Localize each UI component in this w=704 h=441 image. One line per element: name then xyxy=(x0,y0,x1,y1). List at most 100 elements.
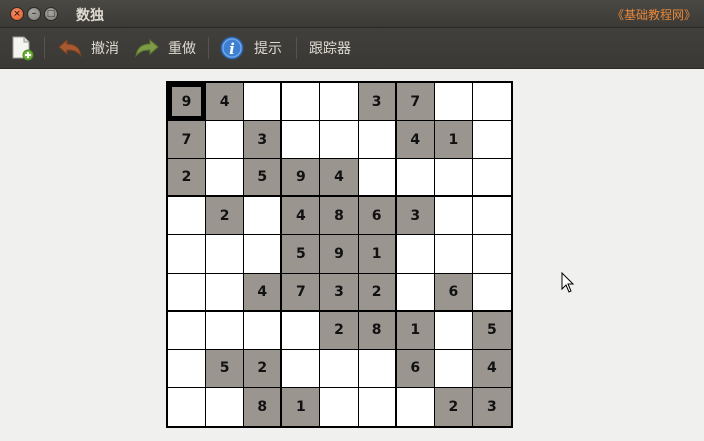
sudoku-cell[interactable]: 6 xyxy=(434,273,473,312)
sudoku-cell[interactable]: 3 xyxy=(472,387,511,426)
sudoku-cell[interactable]: 3 xyxy=(244,121,283,160)
sudoku-cell[interactable] xyxy=(434,83,473,122)
sudoku-cell[interactable]: 8 xyxy=(244,387,283,426)
sudoku-cell[interactable] xyxy=(472,273,511,312)
sudoku-cell[interactable] xyxy=(320,387,359,426)
sudoku-cell[interactable]: 4 xyxy=(206,83,245,122)
hint-button[interactable]: i 提示 xyxy=(220,28,282,68)
new-game-icon xyxy=(12,36,34,61)
sudoku-cell[interactable]: 1 xyxy=(282,387,321,426)
sudoku-cell[interactable]: 3 xyxy=(396,197,435,236)
sudoku-cell[interactable] xyxy=(282,83,321,122)
redo-button[interactable]: 重做 xyxy=(134,28,196,68)
sudoku-cell[interactable]: 7 xyxy=(168,121,207,160)
sudoku-cell[interactable]: 3 xyxy=(320,273,359,312)
tracker-button[interactable]: 跟踪器 xyxy=(309,28,351,68)
redo-icon xyxy=(135,38,159,58)
toolbar: 撤消 重做 i 提示 跟踪器 xyxy=(0,28,704,69)
sudoku-cell[interactable] xyxy=(168,235,207,274)
sudoku-cell[interactable] xyxy=(168,273,207,312)
sudoku-cell[interactable]: 8 xyxy=(320,197,359,236)
sudoku-cell[interactable]: 4 xyxy=(244,273,283,312)
sudoku-cell[interactable] xyxy=(358,159,397,198)
sudoku-cell[interactable]: 2 xyxy=(168,159,207,198)
sudoku-cell[interactable] xyxy=(244,83,283,122)
sudoku-cell[interactable]: 4 xyxy=(282,197,321,236)
sudoku-cell[interactable] xyxy=(282,311,321,350)
sudoku-cell[interactable] xyxy=(244,197,283,236)
sudoku-cell[interactable]: 2 xyxy=(434,387,473,426)
title-bar: × – □ 数独 《基础教程网》 xyxy=(0,0,704,28)
sudoku-cell[interactable] xyxy=(206,121,245,160)
sudoku-cell[interactable]: 7 xyxy=(396,83,435,122)
sudoku-cell[interactable] xyxy=(434,235,473,274)
sudoku-cell[interactable] xyxy=(168,387,207,426)
sudoku-cell[interactable]: 1 xyxy=(434,121,473,160)
sudoku-cell[interactable]: 2 xyxy=(206,197,245,236)
sudoku-cell[interactable] xyxy=(472,121,511,160)
sudoku-cell[interactable] xyxy=(396,235,435,274)
sudoku-cell[interactable] xyxy=(358,121,397,160)
sudoku-cell[interactable]: 2 xyxy=(320,311,359,350)
sudoku-cell[interactable] xyxy=(282,349,321,388)
sudoku-cell[interactable] xyxy=(434,159,473,198)
sudoku-cell[interactable]: 1 xyxy=(358,235,397,274)
sudoku-cell[interactable]: 2 xyxy=(244,349,283,388)
sudoku-cell[interactable] xyxy=(206,159,245,198)
sudoku-cell[interactable]: 6 xyxy=(358,197,397,236)
sudoku-cell[interactable] xyxy=(396,273,435,312)
sudoku-cell[interactable] xyxy=(168,311,207,350)
sudoku-cell[interactable] xyxy=(434,197,473,236)
sudoku-cell[interactable]: 5 xyxy=(472,311,511,350)
sudoku-cell[interactable] xyxy=(320,83,359,122)
sudoku-cell[interactable] xyxy=(206,273,245,312)
toolbar-separator xyxy=(296,37,297,59)
sudoku-cell[interactable]: 7 xyxy=(282,273,321,312)
sudoku-cell[interactable] xyxy=(434,349,473,388)
sudoku-cell[interactable]: 4 xyxy=(320,159,359,198)
sudoku-cell[interactable] xyxy=(358,387,397,426)
undo-button[interactable]: 撤消 xyxy=(57,28,119,68)
sudoku-cell[interactable]: 3 xyxy=(358,83,397,122)
sudoku-cell[interactable] xyxy=(244,235,283,274)
sudoku-cell[interactable]: 4 xyxy=(472,349,511,388)
redo-label: 重做 xyxy=(168,41,196,57)
sudoku-cell[interactable]: 2 xyxy=(358,273,397,312)
sudoku-cell[interactable] xyxy=(396,159,435,198)
undo-label: 撤消 xyxy=(91,41,119,57)
brand-label: 《基础教程网》 xyxy=(611,8,696,22)
sudoku-cell[interactable] xyxy=(244,311,283,350)
sudoku-cell[interactable] xyxy=(472,197,511,236)
sudoku-cell[interactable]: 4 xyxy=(396,121,435,160)
sudoku-cell[interactable] xyxy=(206,387,245,426)
sudoku-cell[interactable] xyxy=(282,121,321,160)
close-window-button[interactable]: × xyxy=(10,7,24,21)
sudoku-cell[interactable]: 5 xyxy=(244,159,283,198)
sudoku-cell[interactable] xyxy=(472,83,511,122)
sudoku-cell[interactable] xyxy=(472,159,511,198)
sudoku-cell[interactable] xyxy=(168,197,207,236)
sudoku-cell[interactable]: 1 xyxy=(396,311,435,350)
sudoku-cell[interactable] xyxy=(206,311,245,350)
sudoku-cell[interactable] xyxy=(168,349,207,388)
info-icon: i xyxy=(220,36,244,60)
sudoku-cell[interactable] xyxy=(434,311,473,350)
sudoku-cell[interactable]: 5 xyxy=(206,349,245,388)
sudoku-cell[interactable]: 8 xyxy=(358,311,397,350)
minimize-window-button[interactable]: – xyxy=(27,7,41,21)
sudoku-board: 9437734125942486359147326281552648123 xyxy=(166,81,513,428)
sudoku-cell[interactable]: 9 xyxy=(168,83,207,122)
undo-icon xyxy=(58,38,82,58)
new-game-button[interactable] xyxy=(10,28,34,68)
sudoku-cell[interactable] xyxy=(396,387,435,426)
sudoku-cell[interactable] xyxy=(472,235,511,274)
maximize-window-button[interactable]: □ xyxy=(44,7,58,21)
sudoku-cell[interactable]: 5 xyxy=(282,235,321,274)
sudoku-cell[interactable]: 9 xyxy=(320,235,359,274)
sudoku-cell[interactable] xyxy=(320,349,359,388)
sudoku-cell[interactable]: 6 xyxy=(396,349,435,388)
sudoku-cell[interactable] xyxy=(358,349,397,388)
sudoku-cell[interactable] xyxy=(320,121,359,160)
sudoku-cell[interactable] xyxy=(206,235,245,274)
sudoku-cell[interactable]: 9 xyxy=(282,159,321,198)
